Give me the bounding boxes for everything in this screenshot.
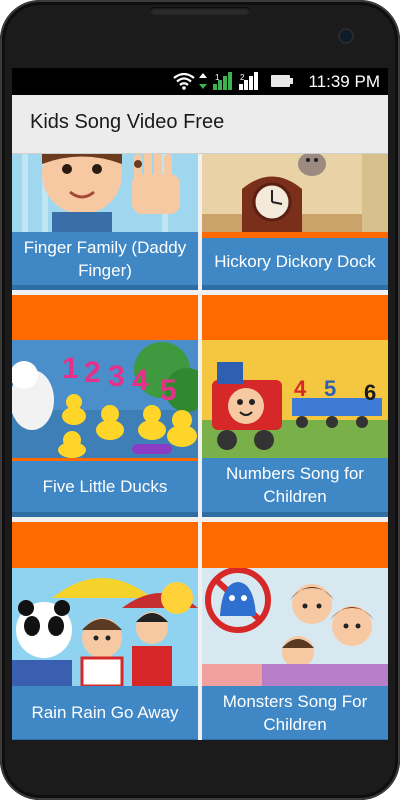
svg-text:6: 6	[364, 380, 376, 405]
status-bar: 1 2 11:39 PM	[12, 68, 388, 95]
signal-r-icon: 2	[239, 72, 258, 90]
front-camera	[340, 30, 352, 42]
video-tile-monsters-song[interactable]: Monsters Song For Children	[202, 522, 388, 740]
monsters-song-thumbnail	[202, 568, 388, 686]
battery-icon	[271, 75, 293, 87]
video-title: Hickory Dickory Dock	[202, 238, 388, 290]
svg-text:3: 3	[108, 360, 125, 393]
video-title: Numbers Song for Children	[202, 458, 388, 517]
wifi-icon	[173, 72, 195, 90]
video-title: Rain Rain Go Away	[12, 686, 198, 740]
svg-text:5: 5	[160, 374, 177, 407]
speaker-grille	[150, 7, 250, 15]
status-time: 11:39 PM	[308, 72, 380, 91]
video-tile-rain-rain[interactable]: Rain Rain Go Away	[12, 522, 198, 740]
screen: 1 2 11:39 PM Kids Song Video Free Finger…	[12, 68, 388, 740]
phone-frame: 1 2 11:39 PM Kids Song Video Free Finger…	[0, 0, 400, 800]
video-tile-five-little-ducks[interactable]: 1 2 3 4 5 Five Little Ducks	[12, 295, 198, 517]
video-title: Five Little Ducks	[12, 461, 198, 517]
video-grid: Finger Family (Daddy Finger) Hickory Dic…	[12, 154, 388, 740]
video-tile-finger-family[interactable]: Finger Family (Daddy Finger)	[12, 154, 198, 290]
svg-text:5: 5	[324, 376, 336, 401]
video-tile-hickory-dickory[interactable]: Hickory Dickory Dock	[202, 154, 388, 290]
svg-text:4: 4	[294, 376, 307, 401]
numbers-song-thumbnail: 4 5 6	[202, 340, 388, 458]
video-tile-numbers-song[interactable]: 4 5 6 Numbers Song for Children	[202, 295, 388, 517]
five-little-ducks-thumbnail: 1 2 3 4 5	[12, 340, 198, 458]
svg-text:1: 1	[215, 73, 220, 82]
svg-text:1: 1	[62, 352, 79, 385]
finger-family-thumbnail	[12, 154, 198, 232]
data-arrows-icon	[199, 73, 207, 89]
app-bar: Kids Song Video Free	[12, 95, 388, 154]
svg-text:2: 2	[240, 73, 245, 82]
rain-rain-thumbnail	[12, 568, 198, 686]
hickory-dickory-thumbnail	[202, 154, 388, 232]
svg-text:2: 2	[84, 356, 101, 389]
video-title: Finger Family (Daddy Finger)	[12, 232, 198, 290]
app-title: Kids Song Video Free	[30, 111, 225, 133]
video-title: Monsters Song For Children	[202, 686, 388, 740]
svg-text:4: 4	[132, 364, 149, 397]
signal-icon: 1	[213, 72, 232, 90]
